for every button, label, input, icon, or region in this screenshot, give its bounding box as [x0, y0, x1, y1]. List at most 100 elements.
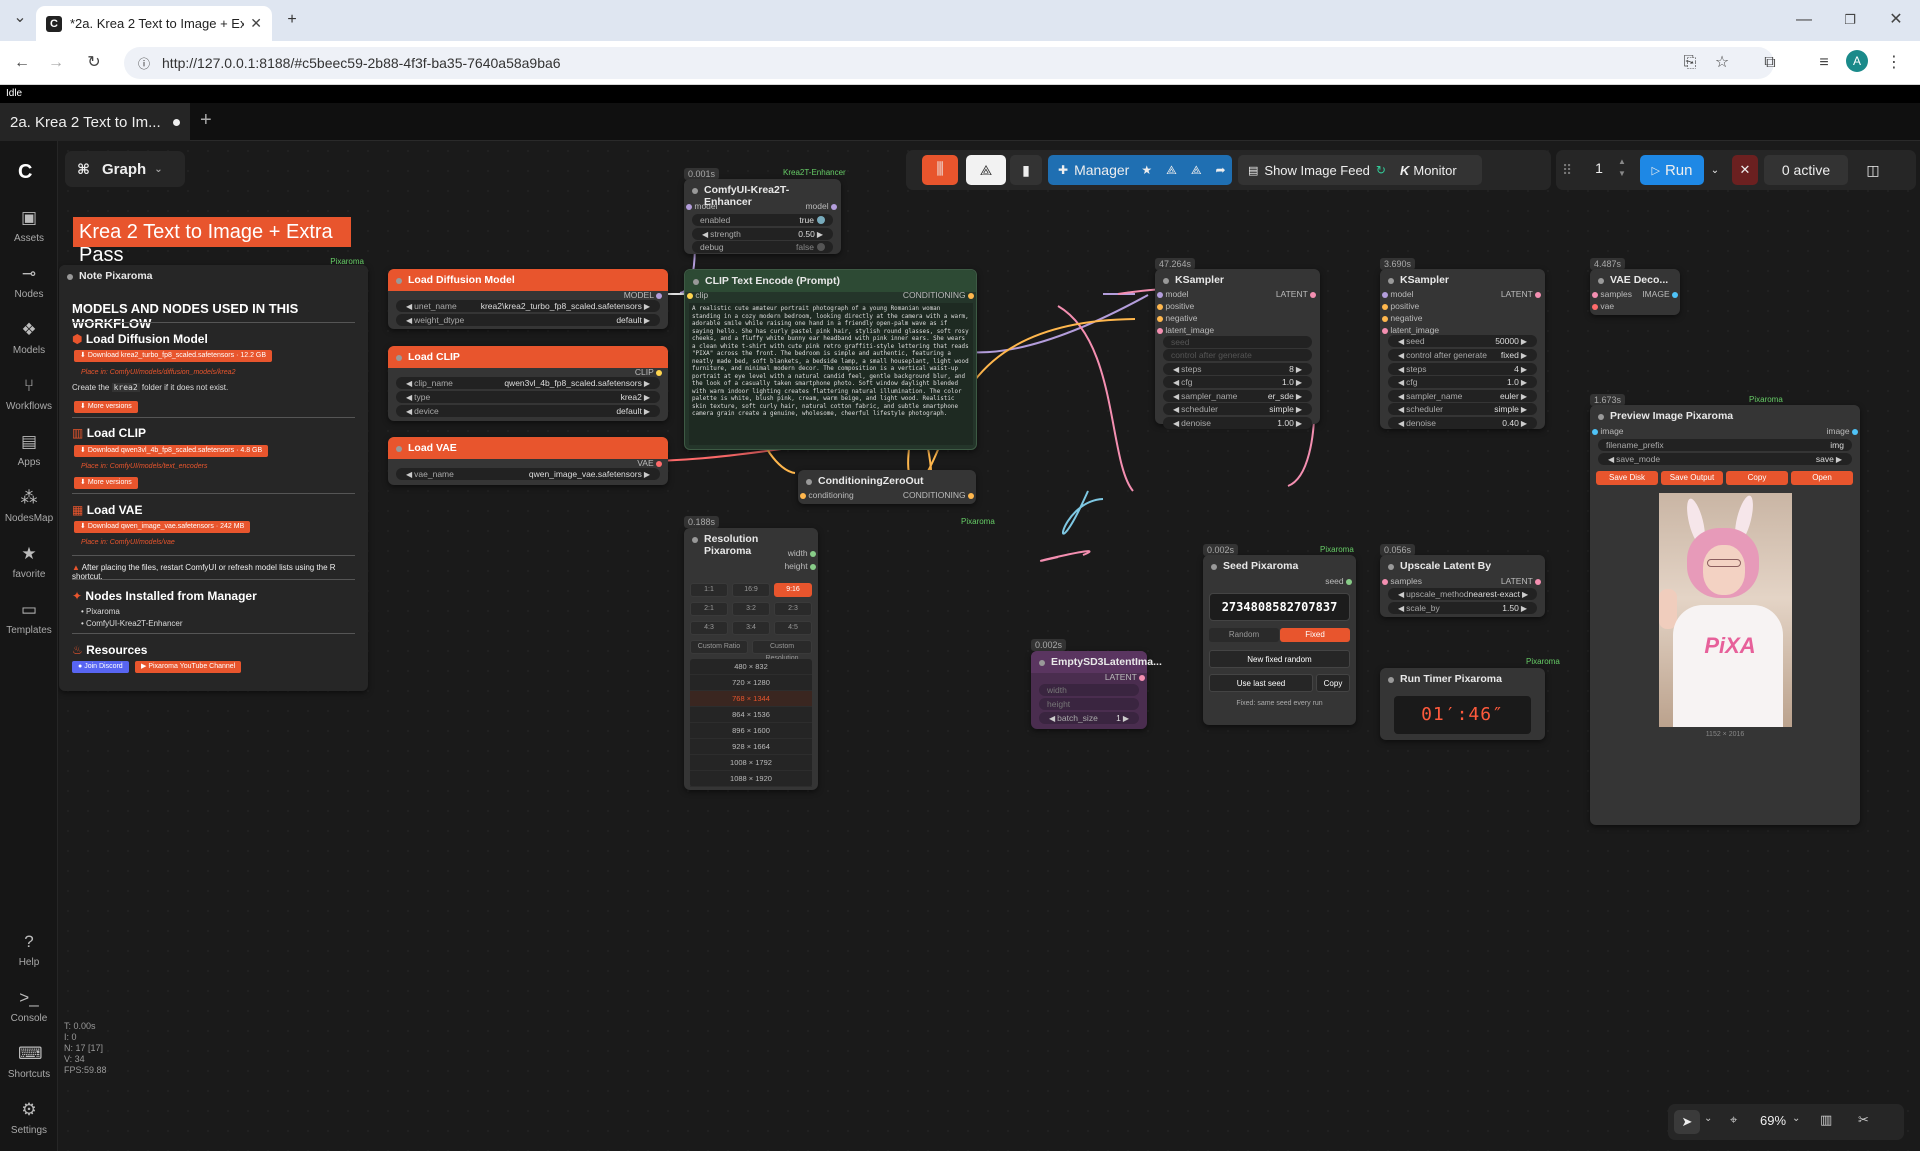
filename-prefix-widget[interactable]: filename_prefix img [1598, 439, 1852, 451]
note-pixaroma-node[interactable]: Note Pixaroma Pixaroma MODELS AND NODES … [59, 257, 368, 691]
control-after-generate-widget[interactable]: ◀ control after generate fixed ▶ [1388, 349, 1537, 361]
height-input[interactable]: height [1039, 698, 1139, 710]
load-vae-node[interactable]: Load VAE VAE ◀ vae_name qwen_image_vae.saf… [388, 437, 668, 485]
random-mode-button[interactable]: Random [1209, 628, 1279, 642]
load-diffusion-model-node[interactable]: Load Diffusion Model MODEL ◀ unet_name kre… [388, 269, 668, 329]
sidebar-item-console[interactable]: >_ Console [0, 987, 58, 1024]
workflow-tab[interactable]: 2a. Krea 2 Text to Im... [0, 103, 190, 141]
copy-image-button[interactable]: Copy [1726, 471, 1788, 485]
zoom-chevron-down-icon[interactable]: ⌄ [1792, 1113, 1800, 1124]
ratio-4-5-button[interactable]: 4:5 [774, 621, 812, 635]
custom-resolution-button[interactable]: Custom Resolution [752, 640, 812, 662]
node-title[interactable]: ConditioningZeroOut [798, 470, 976, 492]
unet-name-widget[interactable]: ◀ unet_name krea2\krea2_turbo_fp8_scaled.s… [396, 300, 660, 312]
sidebar-item-shortcuts[interactable]: ⌨ Shortcuts [0, 1043, 58, 1080]
output-socket[interactable]: image [1826, 426, 1858, 436]
copy-seed-button[interactable]: Copy [1316, 674, 1350, 692]
steps-widget[interactable]: ◀ steps 8 ▶ [1163, 363, 1312, 375]
denoise-widget[interactable]: ◀ denoise 0.40 ▶ [1388, 417, 1537, 429]
input-socket[interactable]: image [1592, 426, 1624, 436]
download-vae-button[interactable]: ⬇ Download qwen_image_vae.safetensors · … [74, 521, 251, 533]
output-socket[interactable]: VAE [637, 458, 662, 468]
output-socket[interactable]: LATENT [1501, 289, 1541, 299]
ratio-2-1-button[interactable]: 2:1 [690, 602, 728, 616]
node-title[interactable]: ComfyUI-Krea2T-Enhancer [684, 179, 841, 208]
strength-widget[interactable]: ◀ strength 0.50 ▶ [692, 228, 833, 240]
ksampler-2-node[interactable]: KSampler model positive negative latent_… [1380, 269, 1545, 429]
output-socket[interactable]: LATENT [1276, 289, 1316, 299]
node-title[interactable]: Resolution Pixaroma [684, 528, 818, 557]
input-vae[interactable]: vae [1592, 301, 1614, 311]
tool-chevron-down-icon[interactable]: ⌄ [1704, 1113, 1712, 1124]
profile-avatar[interactable]: A [1846, 50, 1868, 72]
sidebar-item-apps[interactable]: ▤ Apps [0, 431, 58, 468]
generated-image[interactable]: PiXA [1659, 493, 1792, 727]
krea2t-enhancer-node[interactable]: ComfyUI-Krea2T-Enhancer model model enab… [684, 179, 841, 254]
output-socket[interactable]: IMAGE [1642, 289, 1678, 299]
node-title[interactable]: KSampler [1380, 269, 1545, 291]
drag-handle-icon[interactable]: ⠿ [1562, 162, 1572, 179]
device-widget[interactable]: ◀ device default ▶ [396, 405, 660, 417]
seed-widget[interactable]: seed [1163, 336, 1312, 348]
use-last-seed-button[interactable]: Use last seed [1209, 674, 1313, 692]
graph-canvas[interactable]: Krea 2 Text to Image + Extra Pass Note P… [58, 141, 1920, 1151]
weight-dtype-widget[interactable]: ◀ weight_dtype default ▶ [396, 314, 660, 326]
resolution-option[interactable]: 480 × 832 [690, 659, 812, 675]
new-tab-icon[interactable]: + [278, 6, 306, 34]
hide-links-icon[interactable]: ✂ [1858, 1112, 1869, 1128]
ratio-16-9-button[interactable]: 16:9 [732, 583, 770, 597]
sidebar-item-models[interactable]: ❖ Models [0, 319, 58, 356]
save-output-button[interactable]: Save Output [1661, 471, 1723, 485]
node-title[interactable]: Run Timer Pixaroma [1380, 668, 1545, 690]
batch-stepper[interactable]: ▲ ▼ [1618, 156, 1626, 180]
node-title[interactable]: CLIP Text Encode (Prompt) [685, 270, 976, 292]
extensions-icon[interactable]: ⧉ [1756, 49, 1784, 77]
sidebar-item-settings[interactable]: ⚙ Settings [0, 1099, 58, 1136]
type-widget[interactable]: ◀ type krea2 ▶ [396, 391, 660, 403]
input-model[interactable]: model [1382, 289, 1414, 299]
node-title[interactable]: Upscale Latent By [1380, 555, 1545, 577]
graph-mode-button[interactable]: ⌘ Graph ⌄ [65, 151, 185, 187]
steps-widget[interactable]: ◀ steps 4 ▶ [1388, 363, 1537, 375]
forward-icon[interactable]: → [42, 49, 70, 77]
pixaroma-icon-button[interactable]: ⫼ [922, 155, 958, 185]
resolution-option[interactable]: 928 × 1664 [690, 739, 812, 755]
resolution-option[interactable]: 864 × 1536 [690, 707, 812, 723]
download-clip-button[interactable]: ⬇ Download qwen3vl_4b_fp8_scaled.safeten… [74, 445, 269, 457]
ratio-3-4-button[interactable]: 3:4 [732, 621, 770, 635]
node-title[interactable]: Load Diffusion Model [388, 269, 668, 291]
custom-ratio-button[interactable]: Custom Ratio [690, 640, 748, 654]
resolution-option[interactable]: 1008 × 1792 [690, 755, 812, 771]
output-socket[interactable]: model [805, 201, 837, 211]
ksampler-1-node[interactable]: KSampler model positive negative latent_… [1155, 269, 1320, 429]
output-socket[interactable]: CLIP [635, 367, 662, 377]
batch-size-widget[interactable]: ◀ batch_size 1 ▶ [1039, 712, 1139, 724]
resolution-option[interactable]: 1088 × 1920 [690, 771, 812, 787]
width-input[interactable]: width [1039, 684, 1139, 696]
input-socket[interactable]: clip [687, 290, 708, 300]
fixed-mode-button[interactable]: Fixed [1280, 628, 1350, 642]
input-model[interactable]: model [1157, 289, 1189, 299]
new-workflow-icon[interactable]: + [200, 109, 212, 132]
output-socket[interactable]: CONDITIONING [903, 490, 974, 500]
share-icon[interactable]: ➦ [1216, 163, 1226, 177]
sampler-name-widget[interactable]: ◀ sampler_name er_sde ▶ [1163, 390, 1312, 402]
back-icon[interactable]: ← [8, 49, 36, 77]
node-title[interactable]: Load CLIP [388, 346, 668, 368]
url-field[interactable]: ⓘ http://127.0.0.1:8188/#c5beec59-2b88-4… [124, 47, 1774, 79]
open-image-button[interactable]: Open [1791, 471, 1853, 485]
node-title[interactable]: VAE Deco... [1590, 269, 1680, 291]
ratio-1-1-button[interactable]: 1:1 [690, 583, 728, 597]
vae-decode-node[interactable]: VAE Deco... samples vae IMAGE [1590, 269, 1680, 315]
denoise-widget[interactable]: ◀ denoise 1.00 ▶ [1163, 417, 1312, 429]
close-tab-icon[interactable]: ✕ [250, 15, 262, 32]
install-app-icon[interactable]: ⎘ [1676, 49, 1704, 77]
restore-icon[interactable]: ❐ [1836, 6, 1864, 34]
close-window-icon[interactable]: ✕ [1882, 6, 1910, 34]
download-diffusion-button[interactable]: ⬇ Download krea2_turbo_fp8_scaled.safete… [74, 350, 273, 362]
active-queue-button[interactable]: 0 active [1764, 155, 1848, 185]
input-socket[interactable]: model [686, 201, 718, 211]
clip-text-encode-node[interactable]: CLIP Text Encode (Prompt) clip CONDITION… [684, 269, 977, 450]
toggle-panel-icon[interactable]: ◫ [1858, 155, 1888, 185]
ratio-2-3-button[interactable]: 2:3 [774, 602, 812, 616]
